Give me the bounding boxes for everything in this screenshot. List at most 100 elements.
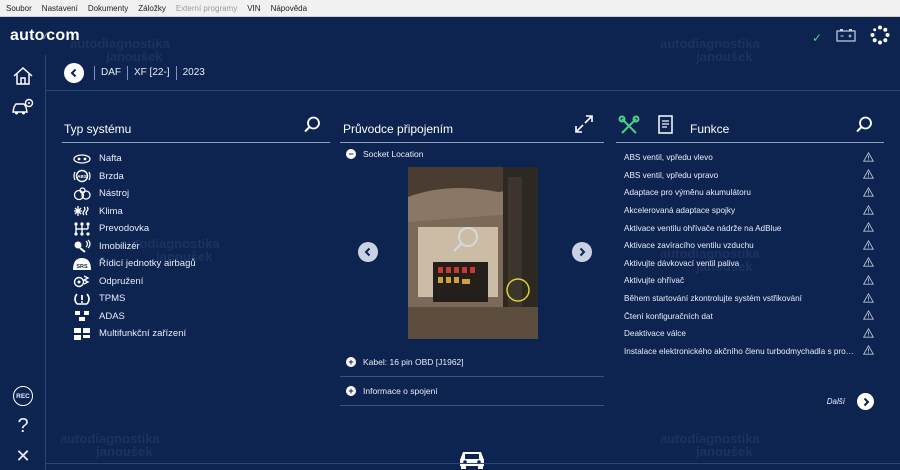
collapse-icon: − [346, 149, 356, 159]
close-button[interactable]: ✕ [10, 443, 36, 469]
function-item-9[interactable]: Čtení konfiguračních dat [616, 307, 884, 325]
system-item-10[interactable]: Multifunkční zařízení [62, 325, 330, 343]
menu-item-1[interactable]: Nastavení [42, 4, 78, 13]
top-right-status: ✓ [812, 25, 890, 50]
warning-icon [862, 327, 875, 340]
system-item-2[interactable]: Nástroj [62, 185, 330, 203]
function-item-label: ABS ventil, vpředu vpravo [624, 170, 719, 180]
system-item-4[interactable]: Prevodovka [62, 220, 330, 238]
function-item-7[interactable]: Aktivujte ohřívač [616, 272, 884, 290]
function-item-3[interactable]: Akcelerovaná adaptace spojky [616, 202, 884, 220]
warning-icon [862, 169, 875, 181]
socket-location-photo[interactable] [408, 167, 538, 339]
socket-location-label: Socket Location [363, 149, 424, 159]
instrument-icon [72, 187, 92, 201]
function-item-2[interactable]: Adaptace pro výměnu akumulátoru [616, 184, 884, 202]
home-button[interactable] [10, 63, 36, 89]
functions-title: Funkce [690, 122, 730, 136]
function-item-11[interactable]: Instalace elektronického akčního členu t… [616, 343, 884, 361]
close-icon: ✕ [15, 445, 31, 466]
system-item-label: Brzda [99, 170, 124, 182]
system-item-9[interactable]: ADAS [62, 308, 330, 326]
system-item-label: TPMS [99, 293, 126, 305]
warning-icon [862, 222, 875, 234]
function-item-6[interactable]: Aktivujte dávkovací ventil paliva [616, 255, 884, 273]
warning-icon [862, 345, 875, 357]
back-button[interactable] [64, 62, 84, 83]
system-item-label: Řídicí jednotky airbagů [99, 258, 196, 270]
function-item-label: Instalace elektronického akčního členu t… [624, 346, 859, 356]
svg-text:SRS: SRS [76, 264, 88, 270]
system-type-list: Nafta ABS Brzda Nástroj Klima Prevodovka Imobi… [62, 150, 330, 343]
function-item-label: Během startování zkontrolujte systém vst… [624, 294, 802, 304]
help-button[interactable]: ? [10, 413, 36, 439]
function-item-0[interactable]: ABS ventil, vpředu vlevo [616, 149, 884, 167]
system-type-panel: Typ systému Nafta ABS Brzda Nástroj Klima Pre… [62, 113, 330, 343]
injector-icon [72, 152, 92, 166]
menu-item-0[interactable]: Soubor [6, 4, 32, 13]
next-button[interactable] [857, 393, 874, 410]
function-item-label: Aktivujte ohřívač [624, 276, 685, 286]
rec-icon: REC [13, 386, 33, 406]
system-item-3[interactable]: Klima [62, 203, 330, 221]
wrench-screwdriver-icon [618, 115, 640, 134]
cable-toggle[interactable]: + Kabel: 16 pin OBD [J1962] [340, 348, 604, 377]
system-type-header: Typ systému [62, 113, 330, 143]
expand-plus-icon: + [346, 386, 356, 396]
warning-icon [862, 274, 875, 287]
system-item-label: Odpružení [99, 275, 144, 287]
system-item-label: Nástroj [99, 188, 130, 200]
system-item-6[interactable]: SRS Řídicí jednotky airbagů [62, 255, 330, 273]
function-item-1[interactable]: ABS ventil, vpředu vpravo [616, 167, 884, 185]
menu-item-4[interactable]: Externí programy [176, 4, 237, 13]
system-type-title: Typ systému [64, 122, 132, 136]
truck-cab-interior-image [408, 167, 538, 339]
photo-next-button[interactable] [572, 242, 592, 262]
breadcrumb-item-1[interactable]: XF [22-] [127, 65, 176, 80]
car-gear-icon [12, 98, 34, 115]
functions-header: Funkce [616, 113, 884, 143]
manual-tab[interactable] [656, 114, 676, 141]
function-item-label: Aktivace ventilu ohřívače nádrže na AdBl… [624, 223, 782, 233]
functions-list: ABS ventil, vpředu vlevo ABS ventil, vpře… [616, 149, 884, 360]
tools-tab[interactable] [618, 115, 640, 142]
connection-info-toggle[interactable]: + Informace o spojení [340, 377, 604, 406]
warning-icon [862, 204, 875, 217]
menu-item-5[interactable]: VIN [247, 4, 260, 13]
bottom-divider [46, 463, 900, 464]
system-search-button[interactable] [302, 115, 322, 140]
function-item-10[interactable]: Deaktivace válce [616, 325, 884, 343]
vehicle-connect-button[interactable] [457, 446, 487, 470]
left-sidebar: REC ? ✕ [0, 55, 46, 470]
system-item-7[interactable]: Odpružení [62, 273, 330, 291]
photo-prev-button[interactable] [358, 242, 378, 262]
chevron-left-icon [70, 68, 77, 77]
function-item-4[interactable]: Aktivace ventilu ohřívače nádrže na AdBl… [616, 219, 884, 237]
battery-icon[interactable] [836, 28, 856, 47]
expand-button[interactable] [574, 114, 594, 139]
function-item-8[interactable]: Během startování zkontrolujte systém vst… [616, 290, 884, 308]
system-item-8[interactable]: TPMS [62, 290, 330, 308]
menu-item-2[interactable]: Dokumenty [88, 4, 128, 13]
menu-item-6[interactable]: Nápověda [271, 4, 307, 13]
connection-guide-title: Průvodce připojením [343, 122, 454, 136]
record-button[interactable]: REC [10, 383, 36, 409]
system-item-0[interactable]: Nafta [62, 150, 330, 168]
tpms-icon [72, 292, 92, 306]
home-icon [13, 66, 33, 85]
breadcrumb-item-0[interactable]: DAF [94, 65, 127, 80]
socket-location-toggle[interactable]: − Socket Location [340, 143, 604, 165]
connection-ok-icon: ✓ [811, 30, 822, 45]
next-page-control[interactable]: Další [827, 393, 874, 410]
menu-bar: Soubor Nastavení Dokumenty Záložky Externí p… [0, 0, 900, 17]
system-item-5[interactable]: Imobilizér [62, 238, 330, 256]
function-item-label: Aktivace zavíracího ventilu vzduchu [624, 241, 754, 251]
app-window: autodiagnostika janoušek autodiagnostika… [0, 17, 900, 470]
warning-icon [862, 151, 875, 164]
functions-search-button[interactable] [854, 115, 874, 140]
menu-item-3[interactable]: Záložky [138, 4, 166, 13]
breadcrumb-item-2[interactable]: 2023 [175, 65, 211, 80]
system-item-1[interactable]: ABS Brzda [62, 168, 330, 186]
vehicle-settings-button[interactable] [10, 95, 36, 121]
function-item-5[interactable]: Aktivace zavíracího ventilu vzduchu [616, 237, 884, 255]
